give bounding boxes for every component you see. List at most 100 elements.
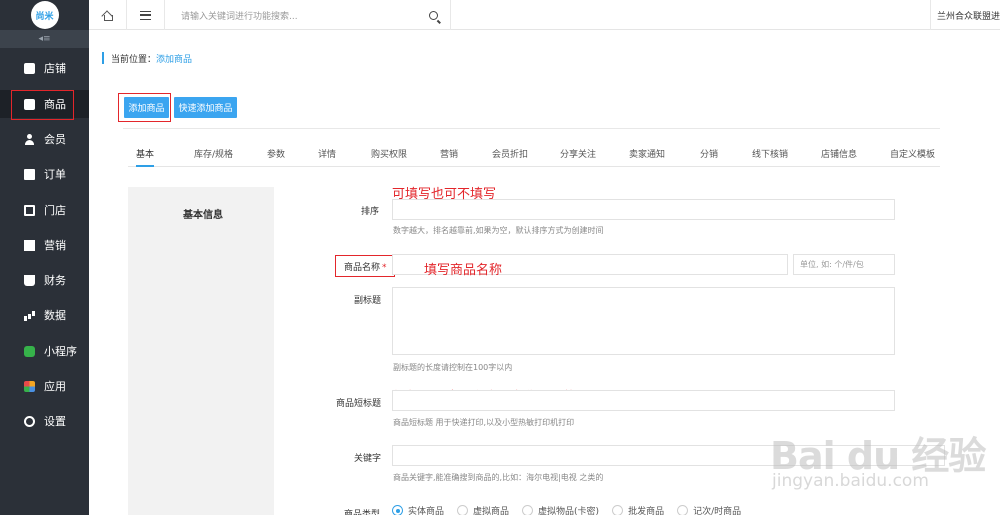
short-title-label: 商品短标题 (336, 399, 382, 409)
sidebar-item-label: 数据 (44, 309, 66, 322)
sidebar-item-goods[interactable]: 商品 (0, 90, 89, 120)
tab-basic[interactable]: 基本 (136, 141, 155, 167)
type-option-virtual-card[interactable]: 虚拟物品(卡密) (522, 504, 599, 515)
watermark: Bai du 经验 jingyan.baidu.com (770, 425, 1000, 515)
sidebar-item-label: 订单 (44, 168, 66, 181)
tab-marketing[interactable]: 营销 (440, 141, 458, 167)
radio-label: 记次/时商品 (693, 507, 742, 515)
tab-member-discount[interactable]: 会员折扣 (492, 141, 528, 167)
tab-share-follow[interactable]: 分享关注 (560, 141, 596, 167)
tab-purchase-permission[interactable]: 购买权限 (371, 141, 407, 167)
miniprogram-icon (24, 345, 35, 357)
radio-label: 实体商品 (408, 507, 445, 515)
radio-label: 虚拟物品(卡密) (538, 507, 600, 515)
home-button[interactable] (89, 0, 127, 30)
breadcrumb: 当前位置： 添加商品 (102, 52, 192, 65)
search-input[interactable]: 请输入关键词进行功能搜索... (165, 0, 451, 30)
sidebar-item-label: 会员 (44, 133, 66, 146)
tab-distribution[interactable]: 分销 (700, 141, 718, 167)
breadcrumb-prefix: 当前位置： (111, 54, 157, 65)
goods-icon (24, 98, 35, 110)
tab-params[interactable]: 参数 (267, 141, 285, 167)
sidebar-item-settings[interactable]: 设置 (0, 407, 89, 435)
sidebar-item-finance[interactable]: 财务 (0, 266, 89, 294)
keyword-help: 商品关键字,能准确搜到商品的,比如：海尔电视|电视 之类的 (393, 473, 604, 482)
sort-label: 排序 (361, 207, 380, 217)
menu-button[interactable] (127, 0, 165, 30)
search-placeholder: 请输入关键词进行功能搜索... (181, 11, 298, 22)
radio-label: 虚拟商品 (473, 507, 510, 515)
sidebar-item-marketing[interactable]: 营销 (0, 231, 89, 259)
type-radio-group: 实体商品 虚拟商品 虚拟物品(卡密) 批发商品 记次/时商品 (392, 504, 754, 515)
radio-icon (612, 505, 624, 515)
subtitle-label: 副标题 (354, 296, 382, 306)
sidebar-collapse-button[interactable]: ◂≡ (0, 30, 89, 48)
watermark-url: jingyan.baidu.com (772, 471, 929, 491)
home-icon (102, 10, 113, 21)
type-option-virtual[interactable]: 虚拟商品 (457, 504, 509, 515)
type-option-count-time[interactable]: 记次/时商品 (677, 504, 741, 515)
apps-icon (24, 380, 35, 392)
sidebar-item-miniprogram[interactable]: 小程序 (0, 337, 89, 365)
store-icon (24, 62, 35, 74)
tab-bar: 基本 库存/规格 参数 详情 购买权限 营销 会员折扣 分享关注 卖家通知 分销… (128, 141, 940, 167)
sidebar-item-apps[interactable]: 应用 (0, 372, 89, 400)
member-icon (24, 133, 35, 145)
search-icon[interactable] (429, 10, 438, 20)
divider (123, 128, 940, 129)
radio-icon (677, 505, 689, 515)
type-option-physical[interactable]: 实体商品 (392, 504, 444, 515)
subtitle-textarea[interactable] (392, 287, 895, 355)
tab-seller-notify[interactable]: 卖家通知 (629, 141, 665, 167)
subtitle-help: 副标题的长度请控制在100字以内 (393, 363, 513, 372)
breadcrumb-current[interactable]: 添加商品 (156, 52, 192, 65)
gift-icon (24, 239, 35, 251)
sidebar-item-label: 店铺 (44, 62, 66, 75)
sidebar-item-store[interactable]: 店铺 (0, 54, 89, 82)
sort-help: 数字越大，排名越靠前,如果为空，默认排序方式为创建时间 (393, 226, 604, 235)
radio-checked-icon (392, 505, 403, 515)
tab-offline-verify[interactable]: 线下核销 (752, 141, 788, 167)
finance-icon (24, 274, 35, 286)
name-label: 商品名称 * (344, 260, 387, 273)
quick-add-goods-button[interactable]: 快速添加商品 (174, 97, 237, 118)
sort-input[interactable] (392, 199, 895, 220)
name-label-text: 商品名称 (344, 263, 381, 273)
keyword-label: 关键字 (354, 454, 382, 464)
sidebar: 尚米 ◂≡ 店铺 商品 会员 订单 门店 营销 财务 数据 小程序 应用 设置 (0, 0, 89, 515)
unit-input[interactable]: 单位, 如: 个/件/包 (793, 254, 895, 275)
sidebar-item-label: 财务 (44, 274, 66, 287)
short-title-help: 商品短标题 用于快递打印,以及小型热敏打印机打印 (393, 418, 575, 427)
logo-area: 尚米 (0, 0, 89, 30)
sidebar-item-label: 应用 (44, 380, 66, 393)
top-bar: 请输入关键词进行功能搜索... 兰州合众联盟进 (89, 0, 1000, 30)
chart-icon (24, 310, 35, 321)
section-title: 基本信息 (183, 210, 223, 221)
order-icon (24, 168, 35, 180)
tab-detail[interactable]: 详情 (318, 141, 336, 167)
sidebar-item-label: 小程序 (44, 345, 77, 358)
gear-icon (24, 415, 35, 427)
radio-icon (457, 505, 469, 515)
type-option-wholesale[interactable]: 批发商品 (612, 504, 664, 515)
logo[interactable]: 尚米 (30, 1, 59, 29)
sidebar-item-shop[interactable]: 门店 (0, 196, 89, 224)
sidebar-item-data[interactable]: 数据 (0, 301, 89, 329)
sidebar-item-member[interactable]: 会员 (0, 125, 89, 153)
annotation-name: 填写商品名称 (424, 263, 503, 278)
sidebar-item-label: 设置 (44, 415, 66, 428)
required-mark: * (382, 263, 387, 273)
tab-store-info[interactable]: 店铺信息 (821, 141, 857, 167)
annotation-box-add-button (118, 93, 171, 122)
sidebar-item-label: 营销 (44, 239, 66, 252)
user-name[interactable]: 兰州合众联盟进 (930, 0, 1000, 30)
annotation-sort: 可填写也可不填写 (392, 187, 497, 202)
sidebar-item-label: 商品 (44, 98, 66, 111)
tab-custom-template[interactable]: 自定义模板 (890, 141, 935, 167)
sidebar-item-label: 门店 (44, 204, 66, 217)
sidebar-item-order[interactable]: 订单 (0, 160, 89, 188)
short-title-input[interactable] (392, 390, 895, 411)
tab-stock[interactable]: 库存/规格 (194, 141, 233, 167)
radio-label: 批发商品 (628, 507, 665, 515)
menu-icon (140, 10, 151, 20)
